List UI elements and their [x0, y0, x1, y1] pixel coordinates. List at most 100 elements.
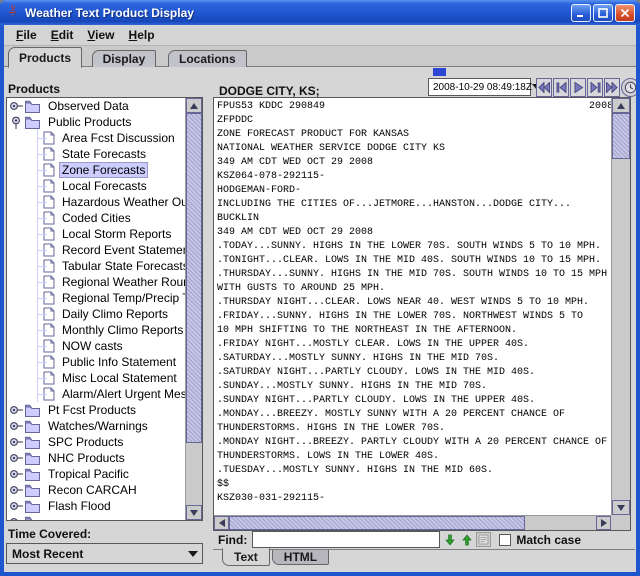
collapsed-handle-icon[interactable]: [8, 483, 24, 497]
collapsed-handle-icon[interactable]: [8, 435, 24, 449]
scrollbar-thumb[interactable]: [186, 113, 202, 443]
play-button[interactable]: [570, 78, 586, 97]
time-covered-combobox[interactable]: Most Recent: [6, 543, 203, 564]
tree-item-now-casts[interactable]: NOW casts: [7, 338, 185, 354]
tree-item-regional-weather-roundups[interactable]: Regional Weather Roundups: [7, 274, 185, 290]
tree-item-label: Misc Local Statement: [59, 370, 180, 386]
tree-item-label: Recon CARCAH: [45, 482, 140, 498]
scrollbar-thumb[interactable]: [612, 113, 630, 159]
tree-item-observed-data[interactable]: Observed Data: [7, 98, 185, 114]
scroll-right-button[interactable]: [596, 516, 611, 530]
tree-item-zone-forecasts[interactable]: Zone Forecasts: [7, 162, 185, 178]
step-forward-button[interactable]: [587, 78, 603, 97]
tree-item-area-fcst-discussion[interactable]: Area Fcst Discussion: [7, 130, 185, 146]
tree-item-daily-climo-reports[interactable]: Daily Climo Reports: [7, 306, 185, 322]
tree-item-local-storm-reports[interactable]: Local Storm Reports: [7, 226, 185, 242]
close-button[interactable]: [615, 4, 635, 22]
find-previous-button[interactable]: [459, 532, 474, 547]
tree-item-label: Observed Data: [45, 98, 132, 114]
scroll-left-button[interactable]: [214, 516, 229, 530]
tree-item-misc-local-statement[interactable]: Misc Local Statement: [7, 370, 185, 386]
time-slider-marker[interactable]: [433, 68, 446, 76]
skip-back-button[interactable]: [536, 78, 552, 97]
find-input[interactable]: [252, 531, 440, 548]
skip-forward-button[interactable]: [604, 78, 620, 97]
tree-item-public-products[interactable]: Public Products: [7, 114, 185, 130]
products-tree: Observed DataPublic ProductsArea Fcst Di…: [7, 98, 185, 520]
tree-item-label: Area Fcst Discussion: [59, 130, 178, 146]
tree-item-label: Local Forecasts: [59, 178, 150, 194]
scrollbar-track[interactable]: [186, 113, 202, 505]
collapsed-handle-icon[interactable]: [8, 403, 24, 417]
scroll-down-button[interactable]: [186, 505, 202, 520]
time-covered-value: Most Recent: [7, 547, 188, 561]
scroll-up-button[interactable]: [186, 98, 202, 113]
menu-edit[interactable]: Edit: [44, 26, 81, 44]
tab-locations[interactable]: Locations: [168, 50, 247, 67]
tree-item-coded-cities[interactable]: Coded Cities: [7, 210, 185, 226]
tree-item-record-event-statements[interactable]: Record Event Statements: [7, 242, 185, 258]
tree-vertical-scrollbar: [185, 98, 202, 520]
tree-item-local-forecasts[interactable]: Local Forecasts: [7, 178, 185, 194]
scrollbar-track[interactable]: [612, 113, 630, 500]
scroll-up-button[interactable]: [612, 98, 630, 113]
scrollbar-thumb[interactable]: [229, 516, 525, 530]
scroll-down-button[interactable]: [612, 500, 630, 515]
tree-item-flash-flood[interactable]: Flash Flood: [7, 498, 185, 514]
find-bar: Find: Match case: [213, 530, 635, 549]
tree-item-alarm-alert-urgent-message[interactable]: Alarm/Alert Urgent Message: [7, 386, 185, 402]
match-case-checkbox[interactable]: [499, 534, 511, 546]
scrollbar-track[interactable]: [229, 516, 596, 530]
collapsed-handle-icon[interactable]: [8, 419, 24, 433]
tree-item-label: Tabular State Forecasts: [59, 258, 185, 274]
tree-item-label: Pt Fcst Products: [45, 402, 139, 418]
tab-display[interactable]: Display: [92, 50, 157, 67]
view-tab-text[interactable]: Text: [222, 548, 270, 566]
tree-item-partial[interactable]: [7, 514, 185, 520]
tree-item-monthly-climo-reports[interactable]: Monthly Climo Reports: [7, 322, 185, 338]
tree-item-recon-carcah[interactable]: Recon CARCAH: [7, 482, 185, 498]
highlight-all-button[interactable]: [476, 532, 491, 547]
tree-item-tabular-state-forecasts[interactable]: Tabular State Forecasts: [7, 258, 185, 274]
collapsed-handle-icon[interactable]: [8, 515, 24, 520]
products-tree-panel: Observed DataPublic ProductsArea Fcst Di…: [6, 97, 203, 521]
menu-file[interactable]: File: [9, 26, 44, 44]
menu-view[interactable]: View: [80, 26, 121, 44]
time-covered-label: Time Covered:: [8, 527, 91, 541]
step-back-button[interactable]: [553, 78, 569, 97]
tree-item-regional-temp-precip-tables[interactable]: Regional Temp/Precip Tables: [7, 290, 185, 306]
tree-item-pt-fcst-products[interactable]: Pt Fcst Products: [7, 402, 185, 418]
collapsed-handle-icon[interactable]: [8, 99, 24, 113]
folder-icon: [24, 467, 41, 481]
tree-item-label: Watches/Warnings: [45, 418, 151, 434]
find-next-button[interactable]: [442, 532, 457, 547]
timestamp-combobox[interactable]: 2008-10-29 08:49:18Z: [428, 78, 531, 96]
tab-products[interactable]: Products: [8, 47, 82, 68]
minimize-button[interactable]: [571, 4, 591, 22]
expanded-handle-icon[interactable]: [8, 115, 24, 129]
tree-item-label: Coded Cities: [59, 210, 134, 226]
tree-item-nhc-products[interactable]: NHC Products: [7, 450, 185, 466]
collapsed-handle-icon[interactable]: [8, 499, 24, 513]
view-tab-html[interactable]: HTML: [272, 550, 329, 565]
tree-item-state-forecasts[interactable]: State Forecasts: [7, 146, 185, 162]
tree-item-hazardous-weather-outlook[interactable]: Hazardous Weather Outlook: [7, 194, 185, 210]
collapsed-handle-icon[interactable]: [8, 451, 24, 465]
tree-item-public-info-statement[interactable]: Public Info Statement: [7, 354, 185, 370]
menu-help[interactable]: Help: [122, 26, 162, 44]
folder-icon: [24, 451, 41, 465]
main-tab-strip: Products Display Locations: [4, 46, 636, 67]
tree-item-label: Flash Flood: [45, 498, 114, 514]
tree-item-tropical-pacific[interactable]: Tropical Pacific: [7, 466, 185, 482]
tree-item-label: State Forecasts: [59, 146, 149, 162]
application-window: Weather Text Product Display FileEditVie…: [0, 0, 640, 576]
products-tab-content: 2008-10-29 08:49:18Z Products DODGE CITY…: [4, 67, 636, 572]
tree-item-spc-products[interactable]: SPC Products: [7, 434, 185, 450]
clock-button[interactable]: [621, 78, 636, 97]
maximize-button[interactable]: [593, 4, 613, 22]
tree-item-label: Public Products: [45, 114, 134, 130]
chevron-down-icon: [188, 551, 198, 557]
timestamp-value: 2008-10-29 08:49:18Z: [429, 82, 532, 93]
tree-item-watches-warnings[interactable]: Watches/Warnings: [7, 418, 185, 434]
collapsed-handle-icon[interactable]: [8, 467, 24, 481]
